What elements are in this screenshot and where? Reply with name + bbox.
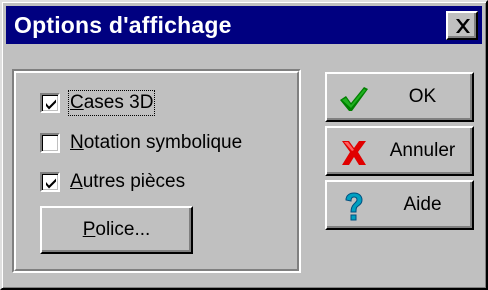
close-button[interactable] bbox=[446, 11, 478, 40]
notation-symbolique-checkbox[interactable] bbox=[40, 133, 60, 153]
cancel-label: Annuler bbox=[389, 140, 456, 161]
notation-symbolique-label: Notation symbolique bbox=[70, 132, 243, 153]
checkmark-icon bbox=[340, 87, 368, 111]
help-label: Aide bbox=[403, 194, 442, 215]
help-button[interactable]: Aide bbox=[325, 180, 474, 230]
autres-pieces-checkbox[interactable] bbox=[40, 172, 60, 192]
cancel-button[interactable]: Annuler bbox=[325, 126, 474, 176]
close-icon bbox=[456, 19, 470, 33]
autres-pieces-label: Autres pièces bbox=[70, 171, 186, 192]
dialog-title: Options d'affichage bbox=[14, 12, 232, 38]
cases-3d-checkbox[interactable] bbox=[40, 93, 60, 113]
checkbox-autres-pieces[interactable]: Autres pièces bbox=[40, 169, 185, 195]
police-button-label: Police... bbox=[82, 219, 151, 240]
title-bar[interactable]: Options d'affichage bbox=[6, 6, 482, 44]
options-dialog: Options d'affichage Cases 3D Notation sy… bbox=[0, 0, 488, 290]
check-mark-icon bbox=[46, 178, 56, 189]
cases-3d-label: Cases 3D bbox=[67, 90, 156, 116]
checkbox-notation-symbolique[interactable]: Notation symbolique bbox=[40, 130, 242, 156]
ok-label: OK bbox=[408, 86, 437, 107]
ok-button[interactable]: OK bbox=[325, 72, 474, 122]
question-mark-icon bbox=[345, 192, 363, 221]
red-x-icon bbox=[342, 141, 366, 165]
police-button[interactable]: Police... bbox=[40, 206, 193, 254]
check-mark-icon bbox=[46, 99, 56, 110]
checkbox-cases-3d[interactable]: Cases 3D bbox=[40, 90, 156, 116]
